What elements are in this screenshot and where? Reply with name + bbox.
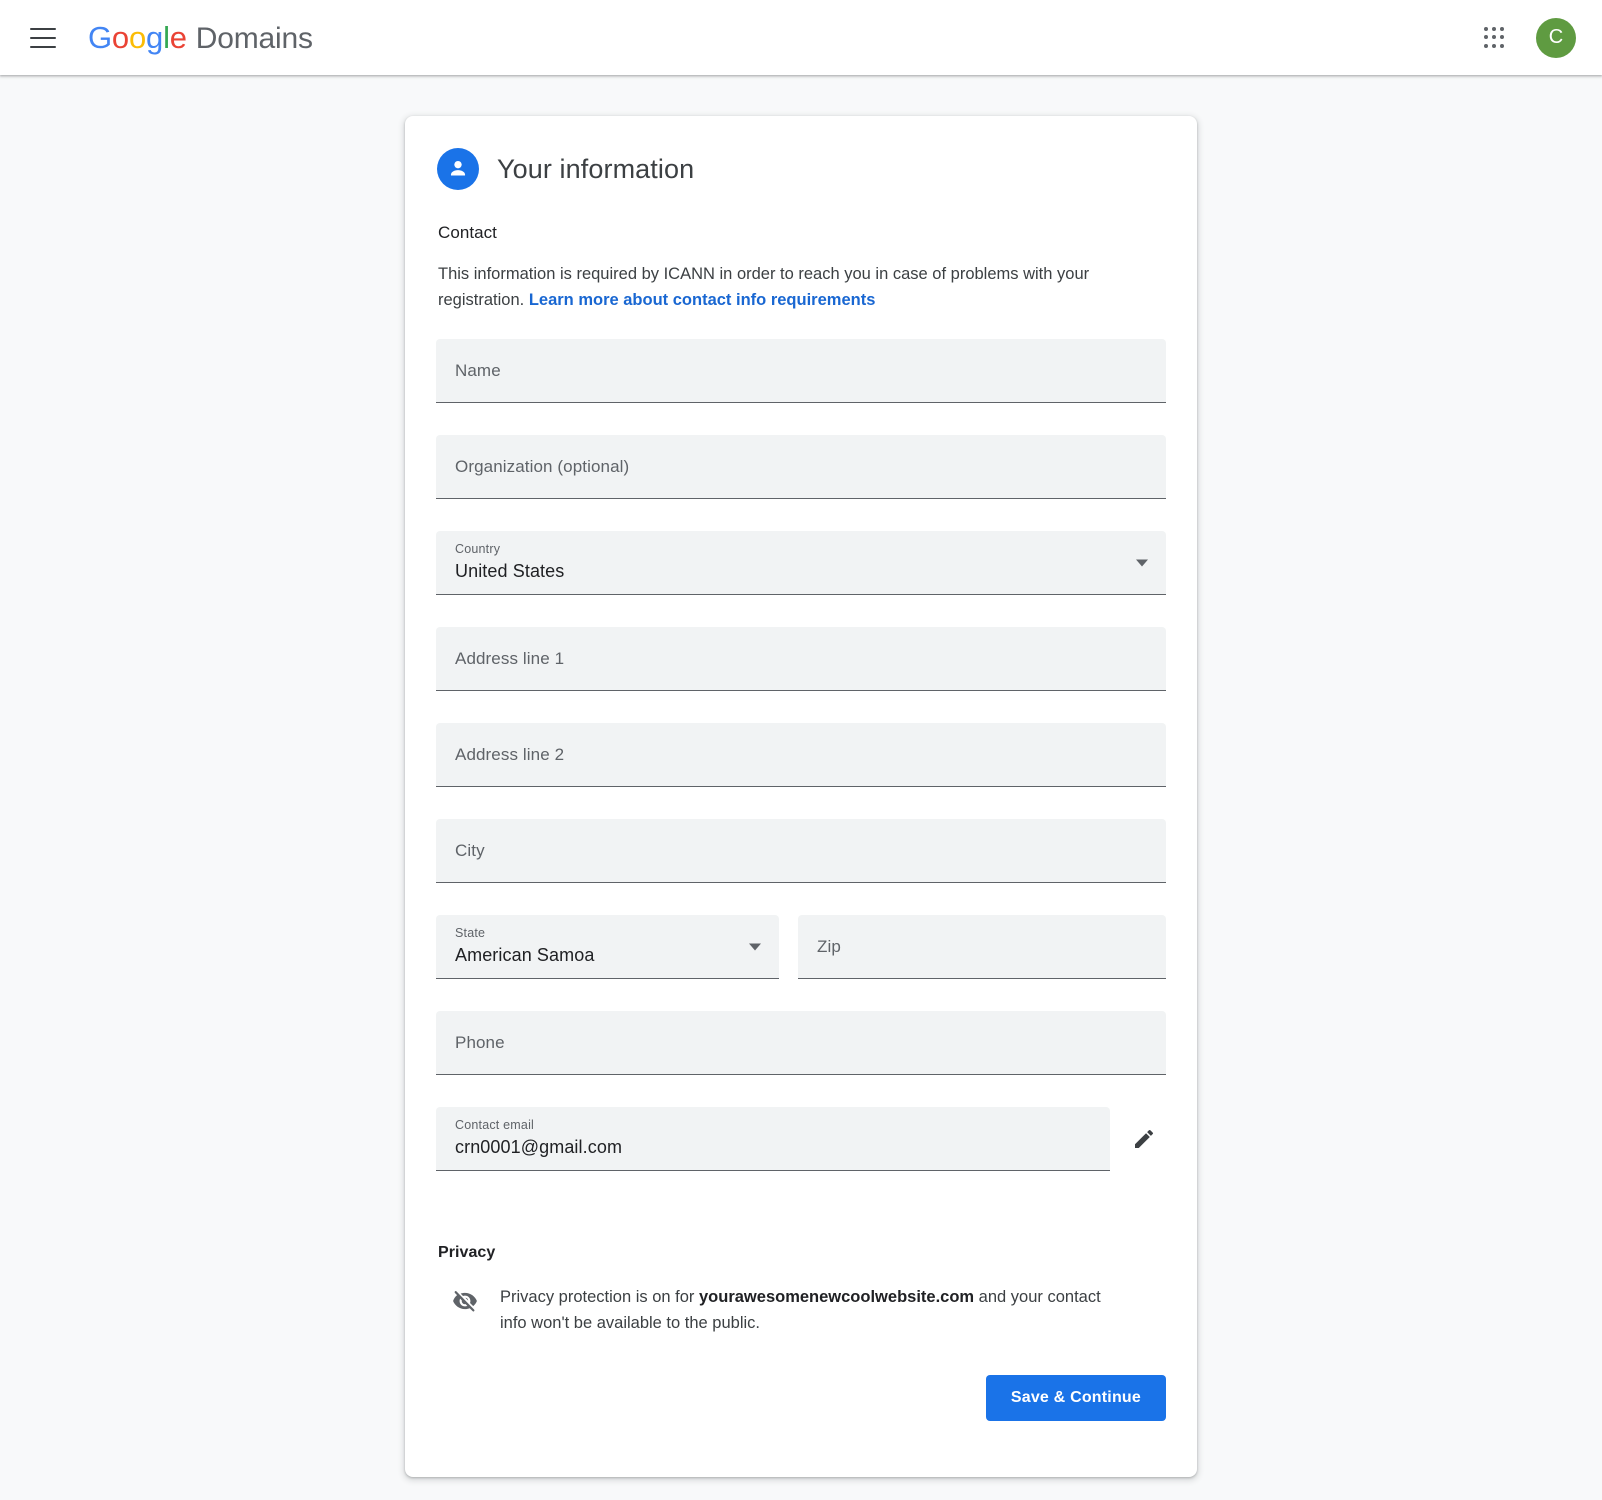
chevron-down-icon[interactable]: [749, 943, 761, 950]
apps-dot: [1491, 27, 1496, 32]
name-field[interactable]: Name: [436, 339, 1166, 403]
apps-grid-icon[interactable]: [1474, 18, 1514, 58]
app-bar: Google Domains C: [0, 0, 1602, 75]
address-line-2-placeholder: Address line 2: [455, 744, 565, 764]
apps-dot: [1483, 27, 1488, 32]
apps-dot: [1500, 35, 1505, 40]
page-content: Your information Contact This informatio…: [0, 75, 1602, 1477]
privacy-section-title: Privacy: [438, 1244, 496, 1261]
google-letter-g: G: [88, 19, 112, 55]
privacy-domain: yourawesomenewcoolwebsite.com: [699, 1288, 975, 1306]
learn-more-link[interactable]: Learn more about contact info requiremen…: [529, 291, 876, 309]
product-name: Domains: [195, 21, 313, 55]
country-value: United States: [455, 561, 565, 581]
organization-field[interactable]: Organization (optional): [436, 435, 1166, 499]
country-label: Country: [455, 542, 501, 556]
apps-dot: [1491, 43, 1496, 48]
avatar[interactable]: C: [1536, 17, 1576, 58]
privacy-text-before: Privacy protection is on for: [500, 1288, 699, 1306]
apps-dot: [1500, 27, 1505, 32]
state-zip-row: State American Samoa Zip: [436, 915, 1166, 979]
zip-field-placeholder: Zip: [817, 936, 841, 956]
state-value: American Samoa: [455, 945, 595, 965]
hamburger-line: [30, 27, 56, 30]
hamburger-menu-icon[interactable]: [30, 27, 56, 48]
card-footer: Save & Continue: [436, 1375, 1166, 1421]
page-title: Your information: [497, 153, 695, 184]
privacy-section: Privacy Privacy protection is on for you…: [436, 1244, 1166, 1336]
app-bar-actions: C: [1474, 17, 1576, 58]
person-icon: [437, 148, 479, 190]
hamburger-line: [30, 45, 56, 48]
phone-field-placeholder: Phone: [455, 1032, 505, 1052]
state-label: State: [455, 926, 486, 940]
google-letter-o2: o: [128, 19, 147, 55]
contact-email-field[interactable]: Contact email crn0001@gmail.com: [436, 1107, 1110, 1171]
hamburger-line: [30, 36, 56, 39]
google-letter-o1: o: [111, 19, 129, 55]
country-select[interactable]: Country United States: [436, 531, 1166, 595]
google-wordmark: Google: [88, 20, 187, 56]
contact-description: This information is required by ICANN in…: [438, 261, 1128, 313]
contact-section-title: Contact: [438, 223, 497, 242]
contact-email-label: Contact email: [455, 1118, 535, 1132]
city-field-placeholder: City: [455, 840, 485, 860]
google-letter-g2: g: [146, 19, 164, 55]
phone-field[interactable]: Phone: [436, 1011, 1166, 1075]
google-letter-e: e: [169, 19, 187, 55]
zip-field[interactable]: Zip: [798, 915, 1166, 979]
organization-field-placeholder: Organization (optional): [455, 456, 630, 476]
state-select[interactable]: State American Samoa: [436, 915, 779, 979]
address-line-1-placeholder: Address line 1: [455, 648, 565, 668]
contact-email-value: crn0001@gmail.com: [455, 1137, 623, 1157]
privacy-status-text: Privacy protection is on for yourawesome…: [500, 1284, 1110, 1336]
chevron-down-icon[interactable]: [1136, 559, 1148, 566]
address-line-2-field[interactable]: Address line 2: [436, 723, 1166, 787]
eye-off-icon: [452, 1288, 478, 1314]
address-line-1-field[interactable]: Address line 1: [436, 627, 1166, 691]
apps-dot: [1483, 35, 1488, 40]
apps-dot: [1500, 43, 1505, 48]
name-field-placeholder: Name: [455, 360, 501, 380]
card-header: Your information: [436, 148, 1166, 190]
brand-logo[interactable]: Google Domains: [88, 20, 313, 56]
contact-email-row: Contact email crn0001@gmail.com: [436, 1107, 1166, 1171]
save-and-continue-button[interactable]: Save & Continue: [985, 1375, 1166, 1421]
apps-dot: [1491, 35, 1496, 40]
privacy-status-row: Privacy protection is on for yourawesome…: [436, 1284, 1166, 1336]
city-field[interactable]: City: [436, 819, 1166, 883]
google-letter-l: l: [163, 19, 170, 55]
apps-dot: [1483, 43, 1488, 48]
your-information-card: Your information Contact This informatio…: [405, 116, 1197, 1477]
pencil-icon[interactable]: [1122, 1117, 1166, 1161]
